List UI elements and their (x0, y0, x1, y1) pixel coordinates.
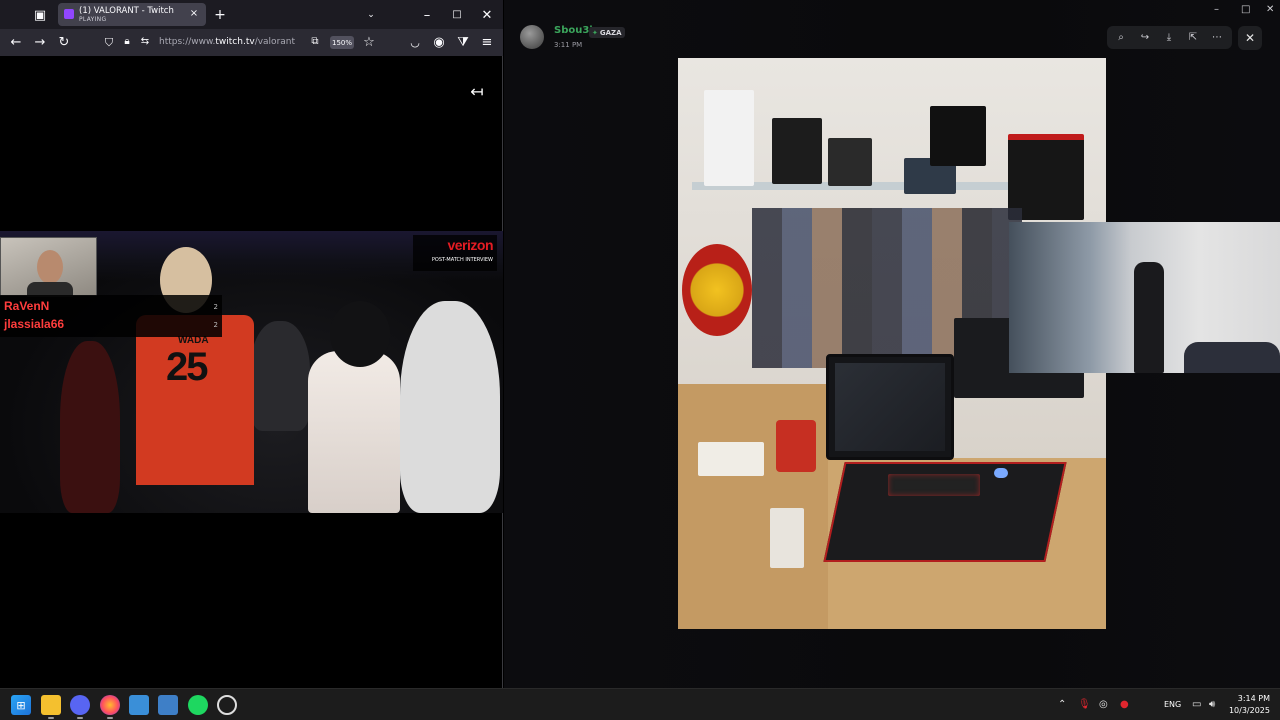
flag-icon: ✦ (592, 28, 598, 37)
streamer-webcam (0, 237, 97, 297)
steam-tray-icon[interactable]: ◎ (1099, 699, 1108, 710)
extensions-icon[interactable]: ⧩ (456, 35, 470, 49)
chat-username: jlassiala66 (4, 317, 65, 331)
forward-icon[interactable]: ↪ (1137, 30, 1153, 45)
close-viewer-button[interactable]: ✕ (1238, 26, 1262, 50)
spotify-icon[interactable] (188, 695, 208, 715)
zoom-level[interactable]: 150% (330, 36, 354, 49)
forward-button[interactable]: → (33, 35, 47, 49)
username[interactable]: Sbou3i (554, 25, 593, 36)
menu-icon[interactable]: ≡ (480, 35, 494, 49)
photos-icon[interactable] (129, 695, 149, 715)
chevron-down-icon[interactable]: ⌄ (364, 8, 378, 22)
interviewer-hair (330, 301, 390, 367)
close-window-button[interactable]: ✕ (480, 8, 494, 22)
chat-username: RaVenN (4, 299, 50, 313)
interviewer (308, 351, 400, 513)
club-badge (682, 244, 752, 336)
chat-count: 2 (213, 321, 218, 329)
picture-in-picture-icon[interactable]: ⧉ (308, 35, 322, 49)
clock-time[interactable]: 3:14 PM (1230, 694, 1270, 703)
start-icon[interactable]: ⊞ (11, 695, 31, 715)
supplement-tub (772, 118, 822, 184)
chat-count: 2 (213, 303, 218, 311)
notepad-icon[interactable] (158, 695, 178, 715)
webcam-bed (1184, 342, 1280, 373)
monitor (826, 354, 954, 460)
tab-twitch[interactable]: (1) VALORANT - Twitch PLAYING × (58, 3, 206, 26)
image-toolbar: ⌕ ↪ ⤓ ⇱ ⋯ (1107, 26, 1232, 49)
maximize-button[interactable]: □ (450, 8, 464, 22)
tab-bar: ▣ (1) VALORANT - Twitch PLAYING × + ⌄ – … (0, 0, 503, 29)
file-explorer-icon[interactable] (41, 695, 61, 715)
tab-overview-icon[interactable]: ▣ (32, 8, 48, 22)
sponsor-banner: verizon POST-MATCH INTERVIEW (413, 235, 497, 271)
permissions-icon[interactable]: ⇆ (138, 35, 152, 49)
boxes (770, 508, 804, 568)
close-window-button[interactable]: ✕ (1266, 4, 1274, 15)
twitch-icon (64, 9, 74, 19)
expand-chat-icon[interactable]: ↤ (468, 84, 486, 100)
download-icon[interactable]: ⤓ (1161, 30, 1177, 45)
supplement-tub (704, 90, 754, 186)
desktop: ▣ (1) VALORANT - Twitch PLAYING × + ⌄ – … (0, 0, 1280, 720)
pocket-icon[interactable]: ◡ (408, 35, 422, 49)
more-icon[interactable]: ⋯ (1209, 30, 1225, 45)
running-indicator (77, 717, 83, 719)
taskbar: ⊞ ⌃ 🎙︎ ◎ ● ENG ▭ 🔊︎ 3:14 PM 10/3/2025 (0, 688, 1280, 720)
minimize-button[interactable]: – (1214, 4, 1219, 15)
url-bar[interactable]: ⛉ 🔒︎ ⇆ https://www.twitch.tv/valorant ⧉ … (100, 32, 390, 53)
crowd (60, 341, 120, 513)
back-button[interactable]: ← (9, 35, 23, 49)
keyboard (888, 474, 980, 496)
recording-icon[interactable]: ● (1120, 699, 1129, 710)
language-indicator[interactable]: ENG (1164, 700, 1181, 709)
books (698, 442, 764, 476)
running-indicator (48, 717, 54, 719)
reload-button[interactable]: ↻ (57, 35, 71, 49)
product-box (930, 106, 986, 166)
lock-icon[interactable]: 🔒︎ (120, 35, 134, 49)
discord-window: – □ ✕ Sbou3i ✦ GAZA 3:11 PM ⌕ ↪ ⤓ ⇱ ⋯ ✕ (504, 0, 1280, 688)
message-timestamp: 3:11 PM (554, 41, 583, 49)
webcam-person (1134, 262, 1164, 373)
zoom-icon[interactable]: ⌕ (1113, 30, 1129, 45)
volume-icon[interactable]: 🔊︎ (1209, 699, 1215, 710)
close-tab-icon[interactable]: × (189, 9, 199, 19)
tab-status: PLAYING (79, 16, 107, 23)
guild-tag: ✦ GAZA (589, 27, 625, 38)
new-tab-button[interactable]: + (213, 8, 227, 22)
maximize-button[interactable]: □ (1241, 4, 1250, 15)
crowd (400, 301, 500, 513)
mic-icon[interactable]: 🎙︎ (1078, 699, 1091, 710)
running-indicator (107, 717, 113, 719)
chevron-up-icon[interactable]: ⌃ (1058, 699, 1066, 710)
firefox-window: ▣ (1) VALORANT - Twitch PLAYING × + ⌄ – … (0, 0, 503, 688)
clock-date[interactable]: 10/3/2025 (1224, 706, 1270, 715)
video-player[interactable]: WADA 25 verizon POST-MATCH INTERVIEW RaV… (0, 231, 503, 513)
bin (776, 420, 816, 472)
supplement-tub (828, 138, 872, 186)
open-external-icon[interactable]: ⇱ (1185, 30, 1201, 45)
navigation-bar: ← → ↻ ⛉ 🔒︎ ⇆ https://www.twitch.tv/valor… (0, 29, 503, 56)
webcam-overlay (1009, 222, 1280, 373)
steam-icon[interactable] (217, 695, 237, 715)
account-icon[interactable]: ◉ (432, 35, 446, 49)
bookmark-star-icon[interactable]: ☆ (362, 35, 376, 49)
shield-icon[interactable]: ⛉ (102, 35, 116, 49)
discord-icon[interactable] (70, 695, 90, 715)
chat-overlay: RaVenN 2 jlassiala66 2 (0, 295, 222, 337)
avatar[interactable] (520, 25, 544, 49)
firefox-icon[interactable] (100, 695, 120, 715)
crowd (250, 321, 310, 431)
network-icon[interactable]: ▭ (1192, 699, 1201, 710)
tab-title: (1) VALORANT - Twitch (79, 6, 174, 16)
player-jersey: WADA 25 (136, 315, 254, 485)
mouse (994, 468, 1008, 478)
url-text[interactable]: https://www.twitch.tv/valorant (159, 37, 295, 47)
minimize-button[interactable]: – (420, 8, 434, 22)
